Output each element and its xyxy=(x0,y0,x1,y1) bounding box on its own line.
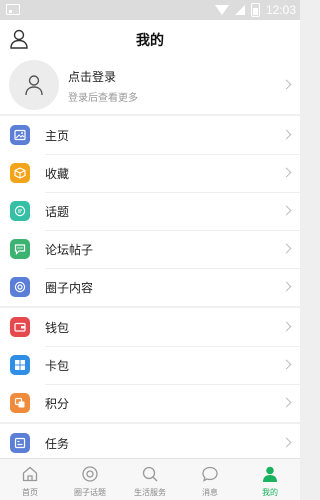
chevron-right-icon xyxy=(281,167,292,178)
menu-group-tasks: 任务 xyxy=(0,424,300,462)
menu-group-assets: 钱包 卡包 积分 xyxy=(0,308,300,422)
header: 我的 xyxy=(0,20,300,58)
chat-icon xyxy=(10,239,30,259)
login-card[interactable]: 点击登录 登录后查看更多 xyxy=(0,58,300,114)
menu-item-label: 任务 xyxy=(45,437,70,451)
image-icon xyxy=(10,125,30,145)
avatar[interactable] xyxy=(9,60,59,110)
menu-item-tasks[interactable]: 任务 xyxy=(0,424,300,462)
search-icon xyxy=(142,466,158,482)
signal-icon xyxy=(234,5,245,15)
tab-circle-topics[interactable]: 圈子话题 xyxy=(60,459,120,500)
menu-item-label: 卡包 xyxy=(45,359,70,373)
page-title: 我的 xyxy=(136,33,164,49)
tab-label: 消息 xyxy=(202,488,218,497)
menu-item-circle-content[interactable]: 圈子内容 xyxy=(0,268,300,306)
menu-item-label: 积分 xyxy=(45,397,70,411)
wallet-icon xyxy=(10,317,30,337)
login-link[interactable]: 点击登录 xyxy=(68,68,116,85)
tab-mine[interactable]: 我的 xyxy=(240,459,300,500)
chevron-right-icon xyxy=(281,243,292,254)
menu-group-content: 主页 收藏 话题 论坛帖子 圈子内容 xyxy=(0,116,300,306)
menu-item-label: 主页 xyxy=(45,129,70,143)
gallery-notification-icon xyxy=(6,4,20,15)
tab-label: 首页 xyxy=(22,488,38,497)
chevron-right-icon xyxy=(281,129,292,140)
tab-messages[interactable]: 消息 xyxy=(180,459,240,500)
menu-item-label: 圈子内容 xyxy=(45,281,94,295)
tab-home[interactable]: 首页 xyxy=(0,459,60,500)
chevron-right-icon xyxy=(281,359,292,370)
menu-item-home[interactable]: 主页 xyxy=(0,116,300,154)
tab-label: 圈子话题 xyxy=(74,488,106,497)
person-icon xyxy=(263,466,277,482)
menu-item-favorites[interactable]: 收藏 xyxy=(0,154,300,192)
card-icon xyxy=(10,355,30,375)
menu-item-label: 钱包 xyxy=(45,321,70,335)
chevron-right-icon xyxy=(281,281,292,292)
box-icon xyxy=(10,163,30,183)
chevron-right-icon xyxy=(281,437,292,448)
menu-item-card-holder[interactable]: 卡包 xyxy=(0,346,300,384)
circle-icon xyxy=(10,277,30,297)
chevron-right-icon xyxy=(281,321,292,332)
tab-life-services[interactable]: 生活服务 xyxy=(120,459,180,500)
chevron-right-icon xyxy=(281,79,292,90)
task-icon xyxy=(10,433,30,453)
home-icon xyxy=(22,466,38,482)
status-bar: 12:03 xyxy=(0,0,300,20)
chevron-right-icon xyxy=(281,397,292,408)
bottom-tab-bar: 首页 圈子话题 生活服务 消息 我的 xyxy=(0,458,300,500)
wifi-icon xyxy=(214,5,229,15)
battery-icon xyxy=(250,3,260,17)
login-hint: 登录后查看更多 xyxy=(68,93,138,104)
message-icon xyxy=(202,466,218,482)
menu-item-label: 收藏 xyxy=(45,167,70,181)
chevron-right-icon xyxy=(281,205,292,216)
target-icon xyxy=(82,466,98,482)
menu-item-wallet[interactable]: 钱包 xyxy=(0,308,300,346)
menu-item-label: 话题 xyxy=(45,205,70,219)
menu-item-topics[interactable]: 话题 xyxy=(0,192,300,230)
menu-item-label: 论坛帖子 xyxy=(45,243,94,257)
status-time: 12:03 xyxy=(265,3,296,17)
menu-item-forum-posts[interactable]: 论坛帖子 xyxy=(0,230,300,268)
tab-label: 我的 xyxy=(262,488,278,497)
tab-label: 生活服务 xyxy=(134,488,166,497)
menu-item-points[interactable]: 积分 xyxy=(0,384,300,422)
points-icon xyxy=(10,393,30,413)
topic-icon xyxy=(10,201,30,221)
